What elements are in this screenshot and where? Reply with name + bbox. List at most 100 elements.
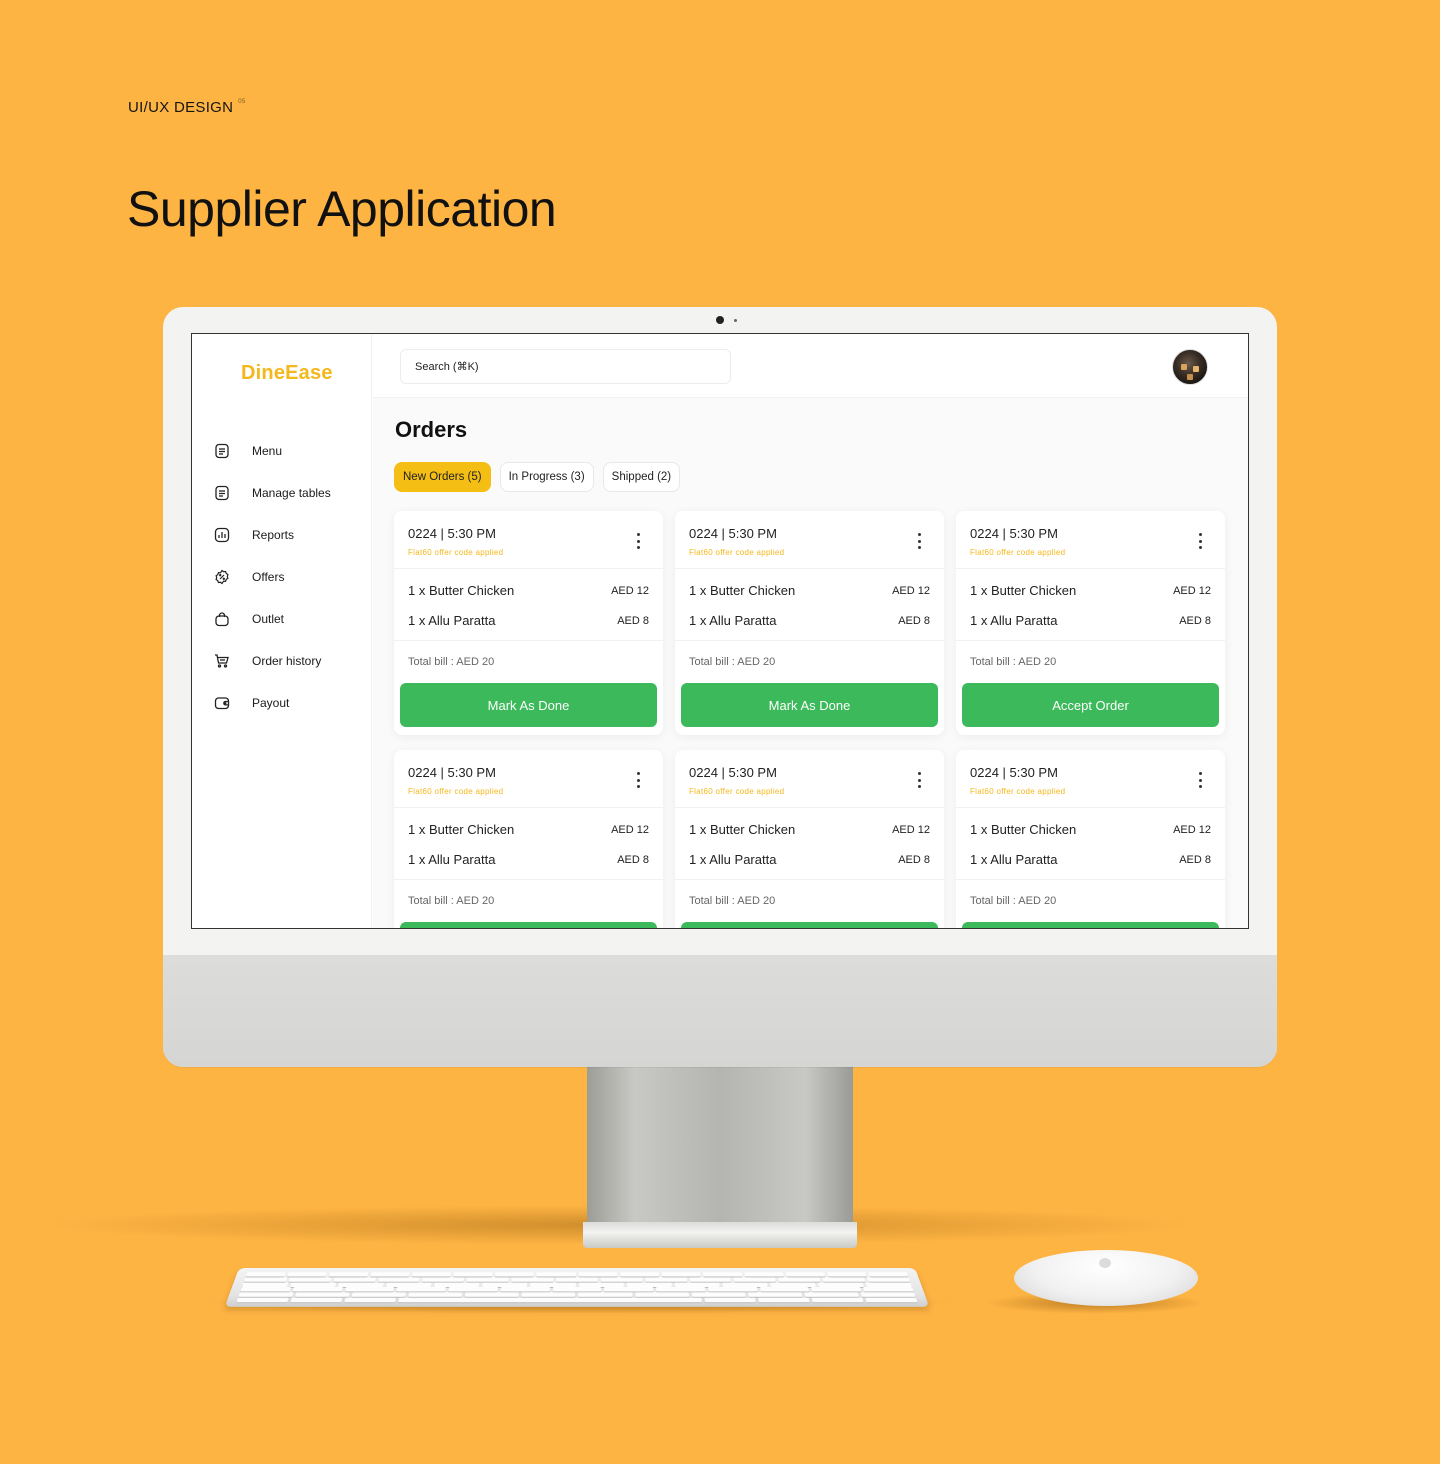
item-price: AED 8	[898, 614, 930, 627]
sidebar-item-offers[interactable]: Offers	[212, 556, 362, 598]
order-card-header: 0224 | 5:30 PM Flat60 offer code applied	[675, 750, 944, 808]
sidebar-item-label: Payout	[252, 696, 290, 710]
topbar	[373, 334, 1248, 398]
order-action-button[interactable]	[400, 922, 657, 928]
order-id-time: 0224 | 5:30 PM	[689, 765, 777, 780]
order-card-header: 0224 | 5:30 PM Flat60 offer code applied	[956, 511, 1225, 569]
sidebar-nav: Menu Manage tables Reports Offers Outlet Orde…	[212, 430, 362, 724]
bar-chart-icon	[212, 525, 232, 545]
order-card: 0224 | 5:30 PM Flat60 offer code applied 1…	[394, 750, 663, 928]
app-screen: DineEase Menu Manage tables Reports Offers O…	[191, 333, 1249, 929]
camera-icon	[716, 316, 724, 324]
tab-new-orders[interactable]: New Orders (5)	[394, 462, 491, 492]
item-price: AED 8	[898, 853, 930, 866]
order-item: 1 x Allu Paratta AED 8	[408, 613, 649, 628]
main-content: Orders New Orders (5) In Progress (3) Ship…	[373, 398, 1248, 928]
order-card-header: 0224 | 5:30 PM Flat60 offer code applied	[394, 750, 663, 808]
order-items: 1 x Butter Chicken AED 12 1 x Allu Paratta…	[394, 808, 663, 880]
avatar[interactable]	[1172, 349, 1208, 385]
orders-grid: 0224 | 5:30 PM Flat60 offer code applied 1…	[394, 511, 1225, 928]
apple-logo-icon	[1099, 1258, 1111, 1268]
sidebar-item-outlet[interactable]: Outlet	[212, 598, 362, 640]
sidebar: DineEase Menu Manage tables Reports Offers O…	[192, 334, 372, 928]
sidebar-item-label: Order history	[252, 654, 322, 668]
item-name: 1 x Allu Paratta	[970, 852, 1058, 867]
order-action-button[interactable]: Mark As Done	[681, 683, 938, 727]
more-options-icon[interactable]	[914, 770, 924, 790]
offer-note: Flat60 offer code applied	[408, 787, 504, 796]
tab-in-progress[interactable]: In Progress (3)	[499, 462, 594, 492]
more-options-icon[interactable]	[633, 770, 643, 790]
imac-stand-foot	[583, 1222, 857, 1248]
order-action-button[interactable]	[681, 922, 938, 928]
order-item: 1 x Allu Paratta AED 8	[689, 613, 930, 628]
offer-note: Flat60 offer code applied	[970, 548, 1066, 557]
total-bill: Total bill : AED 20	[689, 656, 776, 668]
total-bill: Total bill : AED 20	[408, 656, 495, 668]
kicker-text: UI/UX DESIGN	[128, 99, 234, 116]
order-card: 0224 | 5:30 PM Flat60 offer code applied 1…	[956, 511, 1225, 735]
order-card: 0224 | 5:30 PM Flat60 offer code applied 1…	[675, 750, 944, 928]
order-action-button[interactable]	[962, 922, 1219, 928]
cart-icon	[212, 651, 232, 671]
order-item: 1 x Allu Paratta AED 8	[689, 852, 930, 867]
kicker-number: 05	[238, 99, 246, 105]
discount-badge-icon	[212, 567, 232, 587]
more-options-icon[interactable]	[1195, 531, 1205, 551]
offer-note: Flat60 offer code applied	[689, 787, 785, 796]
sidebar-item-payout[interactable]: Payout	[212, 682, 362, 724]
order-item: 1 x Allu Paratta AED 8	[970, 852, 1211, 867]
wallet-icon	[212, 693, 232, 713]
order-items: 1 x Butter Chicken AED 12 1 x Allu Paratta…	[394, 569, 663, 641]
tables-doc-icon	[212, 483, 232, 503]
order-card-header: 0224 | 5:30 PM Flat60 offer code applied	[675, 511, 944, 569]
sidebar-item-order-history[interactable]: Order history	[212, 640, 362, 682]
order-action-button[interactable]: Accept Order	[962, 683, 1219, 727]
item-name: 1 x Allu Paratta	[408, 852, 496, 867]
total-bill: Total bill : AED 20	[970, 656, 1057, 668]
item-name: 1 x Allu Paratta	[689, 613, 777, 628]
order-card: 0224 | 5:30 PM Flat60 offer code applied 1…	[394, 511, 663, 735]
more-options-icon[interactable]	[633, 531, 643, 551]
order-item: 1 x Butter Chicken AED 12	[970, 822, 1211, 837]
keyboard	[224, 1267, 930, 1307]
sidebar-item-manage-tables[interactable]: Manage tables	[212, 472, 362, 514]
order-item: 1 x Butter Chicken AED 12	[408, 822, 649, 837]
order-card: 0224 | 5:30 PM Flat60 offer code applied 1…	[956, 750, 1225, 928]
total-bill: Total bill : AED 20	[689, 895, 776, 907]
sidebar-item-label: Reports	[252, 528, 295, 542]
item-name: 1 x Allu Paratta	[970, 613, 1058, 628]
item-name: 1 x Butter Chicken	[689, 583, 796, 598]
order-action-button[interactable]: Mark As Done	[400, 683, 657, 727]
order-card: 0224 | 5:30 PM Flat60 offer code applied 1…	[675, 511, 944, 735]
offer-note: Flat60 offer code applied	[970, 787, 1066, 796]
item-name: 1 x Allu Paratta	[408, 613, 496, 628]
item-price: AED 8	[1179, 614, 1211, 627]
sidebar-item-reports[interactable]: Reports	[212, 514, 362, 556]
sidebar-item-label: Offers	[252, 570, 285, 584]
more-options-icon[interactable]	[1195, 770, 1205, 790]
sidebar-item-label: Outlet	[252, 612, 285, 626]
search-input[interactable]	[415, 360, 730, 373]
tab-shipped[interactable]: Shipped (2)	[602, 462, 681, 492]
item-price: AED 12	[892, 584, 930, 597]
item-name: 1 x Butter Chicken	[970, 583, 1077, 598]
item-price: AED 12	[611, 823, 649, 836]
search-box[interactable]	[400, 349, 731, 384]
sidebar-item-label: Manage tables	[252, 486, 331, 500]
order-id-time: 0224 | 5:30 PM	[408, 765, 496, 780]
brand-logo[interactable]: DineEase	[241, 362, 333, 385]
item-name: 1 x Butter Chicken	[689, 822, 796, 837]
item-price: AED 8	[617, 853, 649, 866]
order-item: 1 x Butter Chicken AED 12	[408, 583, 649, 598]
item-price: AED 12	[1173, 584, 1211, 597]
sidebar-item-menu[interactable]: Menu	[212, 430, 362, 472]
more-options-icon[interactable]	[914, 531, 924, 551]
order-item: 1 x Butter Chicken AED 12	[689, 822, 930, 837]
total-bill: Total bill : AED 20	[408, 895, 495, 907]
offer-note: Flat60 offer code applied	[689, 548, 785, 557]
order-card-header: 0224 | 5:30 PM Flat60 offer code applied	[956, 750, 1225, 808]
item-name: 1 x Butter Chicken	[408, 822, 515, 837]
item-name: 1 x Allu Paratta	[689, 852, 777, 867]
order-items: 1 x Butter Chicken AED 12 1 x Allu Paratta…	[675, 569, 944, 641]
